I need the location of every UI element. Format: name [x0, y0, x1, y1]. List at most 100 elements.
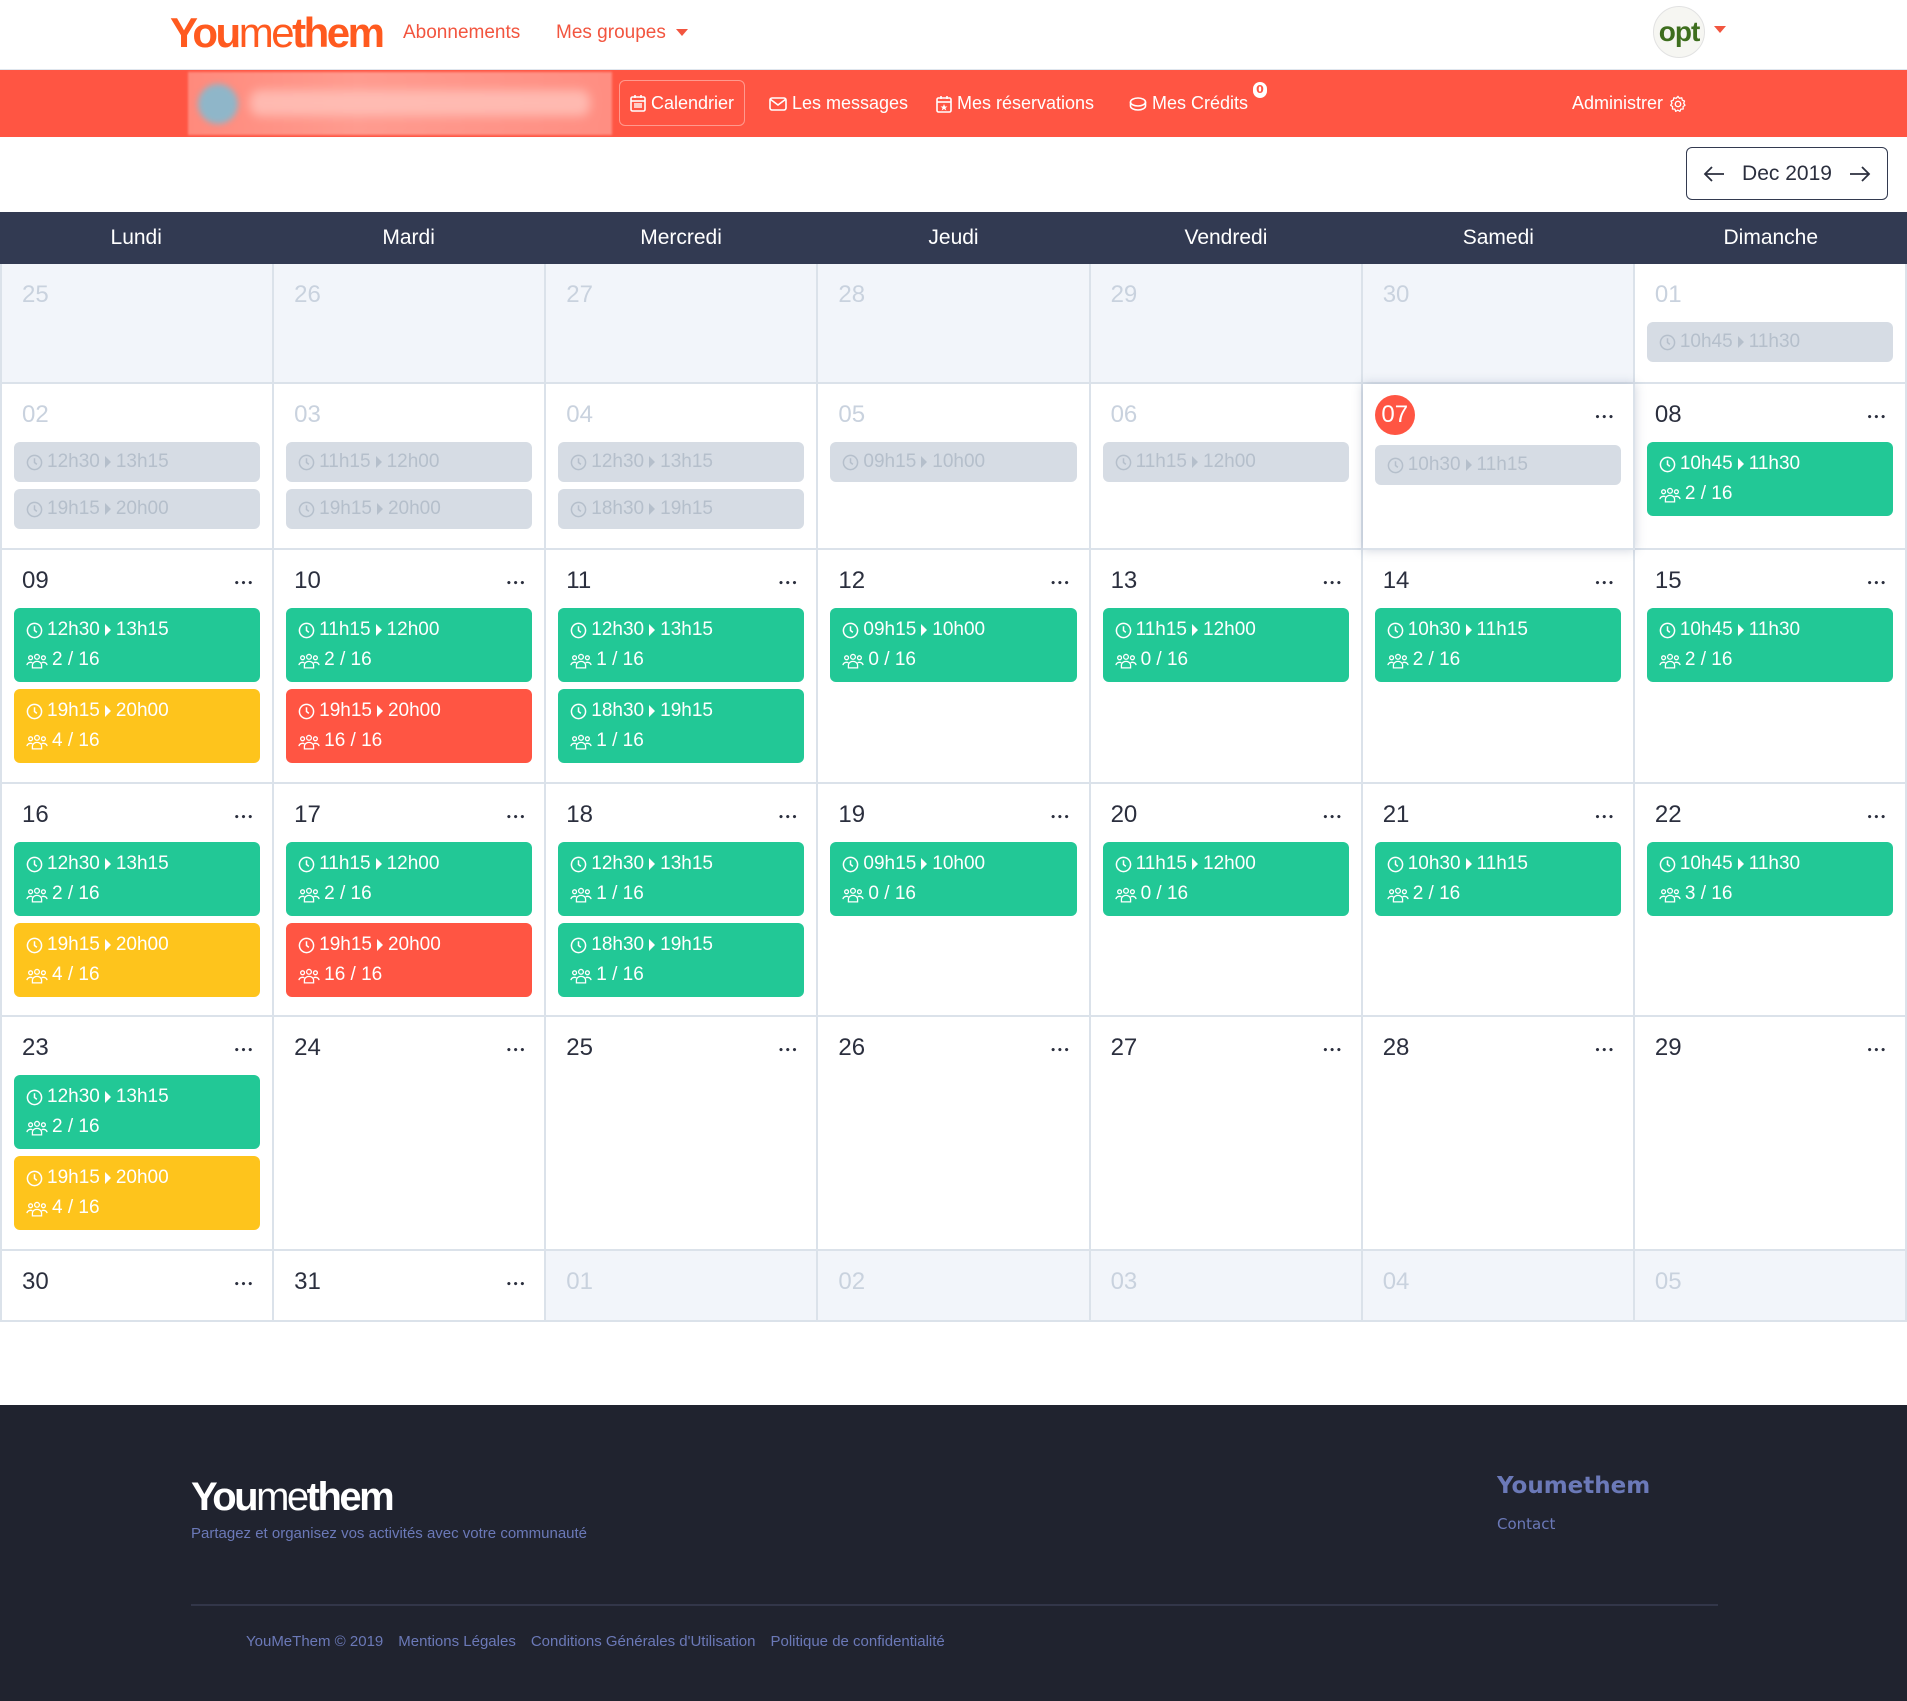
event-slot[interactable]: 12h30 13h15 2 / 16: [14, 1075, 261, 1149]
calendar-day[interactable]: 11 ••• 12h30 13h15 1 / 16 18h30 19h15 1 / 16: [546, 550, 819, 784]
day-more-options-icon[interactable]: •••: [1595, 572, 1615, 596]
event-slot[interactable]: 18h30 19h15: [558, 489, 805, 529]
calendar-day[interactable]: 25 •••: [546, 1017, 819, 1251]
day-more-options-icon[interactable]: •••: [778, 806, 798, 830]
calendar-day-today[interactable]: 07 ••• 10h30 11h15: [1362, 384, 1635, 550]
calendar-day[interactable]: 09 ••• 12h30 13h15 2 / 16 19h15 20h00 4 / 16: [2, 550, 275, 784]
previous-month-button[interactable]: [1703, 165, 1725, 183]
calendar-day[interactable]: 03: [1090, 1251, 1363, 1322]
calendar-day[interactable]: 08 ••• 10h45 11h30 2 / 16: [1634, 384, 1907, 550]
event-slot[interactable]: 19h15 20h00: [14, 489, 261, 529]
brand-logo[interactable]: Youmethem: [170, 10, 385, 56]
event-slot[interactable]: 12h30 13h15 1 / 16: [558, 608, 805, 682]
day-more-options-icon[interactable]: •••: [1322, 572, 1342, 596]
event-slot[interactable]: 10h30 11h15 2 / 16: [1374, 842, 1621, 916]
calendar-day[interactable]: 12 ••• 09h15 10h00 0 / 16: [818, 550, 1091, 784]
day-more-options-icon[interactable]: •••: [234, 572, 254, 596]
event-slot[interactable]: 11h15 12h00 2 / 16: [286, 608, 533, 682]
day-more-options-icon[interactable]: •••: [1595, 1039, 1615, 1063]
day-more-options-icon[interactable]: •••: [1867, 572, 1887, 596]
event-slot[interactable]: 12h30 13h15 2 / 16: [14, 842, 261, 916]
tab-calendrier[interactable]: Calendrier: [619, 80, 746, 126]
event-slot[interactable]: 19h15 20h00 4 / 16: [14, 1156, 261, 1230]
administrer-link[interactable]: Administrer: [1572, 70, 1692, 137]
day-more-options-icon[interactable]: •••: [778, 572, 798, 596]
calendar-day[interactable]: 23 ••• 12h30 13h15 2 / 16 19h15 20h00 4 / 16: [2, 1017, 275, 1251]
event-slot[interactable]: 11h15 12h00: [1102, 442, 1349, 482]
footer-link-cgu[interactable]: Conditions Générales d'Utilisation: [531, 1633, 756, 1650]
calendar-day[interactable]: 19 ••• 09h15 10h00 0 / 16: [818, 784, 1091, 1017]
event-slot[interactable]: 19h15 20h00 4 / 16: [14, 689, 261, 763]
calendar-day[interactable]: 10 ••• 11h15 12h00 2 / 16 19h15 20h00 16 / 16: [274, 550, 547, 784]
calendar-day[interactable]: 01 10h45 11h30: [1634, 264, 1907, 384]
calendar-day[interactable]: 17 ••• 11h15 12h00 2 / 16 19h15 20h00 16 / 16: [274, 784, 547, 1017]
day-more-options-icon[interactable]: •••: [1050, 806, 1070, 830]
event-slot[interactable]: 12h30 13h15: [14, 442, 261, 482]
event-slot[interactable]: 10h30 11h15 2 / 16: [1374, 608, 1621, 682]
calendar-day[interactable]: 24 •••: [274, 1017, 547, 1251]
day-more-options-icon[interactable]: •••: [506, 806, 526, 830]
day-more-options-icon[interactable]: •••: [1050, 1039, 1070, 1063]
day-more-options-icon[interactable]: •••: [234, 1039, 254, 1063]
event-slot[interactable]: 10h45 11h30: [1646, 322, 1893, 362]
day-more-options-icon[interactable]: •••: [506, 572, 526, 596]
calendar-day[interactable]: 28 •••: [1362, 1017, 1635, 1251]
event-slot[interactable]: 19h15 20h00: [286, 489, 533, 529]
next-month-button[interactable]: [1849, 165, 1871, 183]
event-slot[interactable]: 10h45 11h30 3 / 16: [1646, 842, 1893, 916]
footer-logo[interactable]: Youmethem: [191, 1475, 395, 1520]
day-more-options-icon[interactable]: •••: [1867, 1039, 1887, 1063]
event-slot[interactable]: 09h15 10h00 0 / 16: [830, 842, 1077, 916]
tab-reservations[interactable]: Mes réservations: [936, 70, 1094, 137]
user-avatar[interactable]: opt: [1653, 6, 1705, 58]
calendar-day[interactable]: 30 •••: [2, 1251, 275, 1322]
nav-abonnements[interactable]: Abonnements: [403, 20, 520, 46]
calendar-day[interactable]: 30: [1362, 264, 1635, 384]
tab-messages[interactable]: Les messages: [769, 70, 908, 137]
calendar-day[interactable]: 04: [1362, 1251, 1635, 1322]
calendar-day[interactable]: 02: [818, 1251, 1091, 1322]
footer-contact-link[interactable]: Contact: [1497, 1515, 1555, 1533]
calendar-day[interactable]: 29: [1090, 264, 1363, 384]
tab-credits[interactable]: Mes Crédits: [1129, 70, 1248, 137]
day-more-options-icon[interactable]: •••: [778, 1039, 798, 1063]
day-more-options-icon[interactable]: •••: [1595, 406, 1615, 430]
day-more-options-icon[interactable]: •••: [506, 1039, 526, 1063]
calendar-day[interactable]: 13 ••• 11h15 12h00 0 / 16: [1090, 550, 1363, 784]
day-more-options-icon[interactable]: •••: [1322, 1039, 1342, 1063]
event-slot[interactable]: 19h15 20h00 16 / 16: [286, 923, 533, 997]
calendar-day[interactable]: 28: [818, 264, 1091, 384]
footer-link-mentions[interactable]: Mentions Légales: [398, 1633, 516, 1650]
event-slot[interactable]: 11h15 12h00 0 / 16: [1102, 608, 1349, 682]
event-slot[interactable]: 18h30 19h15 1 / 16: [558, 689, 805, 763]
day-more-options-icon[interactable]: •••: [1867, 406, 1887, 430]
event-slot[interactable]: 12h30 13h15 1 / 16: [558, 842, 805, 916]
calendar-day[interactable]: 06 11h15 12h00: [1090, 384, 1363, 550]
caret-down-icon[interactable]: [1714, 26, 1726, 33]
event-slot[interactable]: 18h30 19h15 1 / 16: [558, 923, 805, 997]
day-more-options-icon[interactable]: •••: [234, 1273, 254, 1297]
calendar-day[interactable]: 18 ••• 12h30 13h15 1 / 16 18h30 19h15 1 / 16: [546, 784, 819, 1017]
event-slot[interactable]: 19h15 20h00 4 / 16: [14, 923, 261, 997]
calendar-day[interactable]: 31 •••: [274, 1251, 547, 1322]
event-slot[interactable]: 10h45 11h30 2 / 16: [1646, 442, 1893, 516]
event-slot[interactable]: 19h15 20h00 16 / 16: [286, 689, 533, 763]
calendar-day[interactable]: 16 ••• 12h30 13h15 2 / 16 19h15 20h00 4 / 16: [2, 784, 275, 1017]
calendar-day[interactable]: 27 •••: [1090, 1017, 1363, 1251]
calendar-day[interactable]: 26: [274, 264, 547, 384]
event-slot[interactable]: 10h45 11h30 2 / 16: [1646, 608, 1893, 682]
day-more-options-icon[interactable]: •••: [1595, 806, 1615, 830]
day-more-options-icon[interactable]: •••: [1867, 806, 1887, 830]
calendar-day[interactable]: 02 12h30 13h15 19h15 20h00: [2, 384, 275, 550]
calendar-day[interactable]: 01: [546, 1251, 819, 1322]
event-slot[interactable]: 12h30 13h15 2 / 16: [14, 608, 261, 682]
event-slot[interactable]: 09h15 10h00 0 / 16: [830, 608, 1077, 682]
calendar-day[interactable]: 14 ••• 10h30 11h15 2 / 16: [1362, 550, 1635, 784]
nav-mes-groupes[interactable]: Mes groupes: [556, 20, 688, 46]
calendar-day[interactable]: 29 •••: [1634, 1017, 1907, 1251]
calendar-day[interactable]: 27: [546, 264, 819, 384]
event-slot[interactable]: 12h30 13h15: [558, 442, 805, 482]
footer-link-privacy[interactable]: Politique de confidentialité: [770, 1633, 944, 1650]
group-title-blurred[interactable]: [188, 72, 612, 135]
day-more-options-icon[interactable]: •••: [506, 1273, 526, 1297]
